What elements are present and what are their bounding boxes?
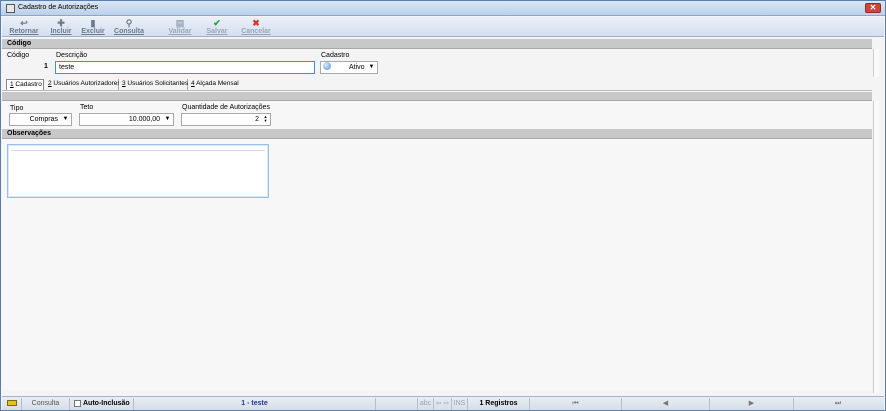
cadastro-value: Ativo xyxy=(349,64,365,71)
record-count: 1 Registros xyxy=(468,398,530,410)
close-button[interactable]: ✕ xyxy=(865,3,881,13)
consulta-label: Consulta xyxy=(114,28,144,35)
observacoes-textarea[interactable] xyxy=(7,144,269,198)
panel-header-bar xyxy=(2,92,872,101)
cadastro-label: Cadastro xyxy=(321,52,350,59)
retornar-button[interactable]: ↩ Retornar xyxy=(8,18,40,36)
check-icon: ✔ xyxy=(213,18,221,28)
spin-buttons[interactable]: ▲ ▼ xyxy=(262,115,269,124)
tipo-label: Tipo xyxy=(10,105,24,112)
trash-icon: ▮ xyxy=(90,18,96,28)
tab-cadastro[interactable]: 1 Cadastro xyxy=(6,79,44,90)
tab-usuarios-autorizadores[interactable]: 2 Usuários Autorizadores xyxy=(45,79,121,90)
abc-indicator: abc xyxy=(418,398,434,410)
first-record-button[interactable]: ⏮ xyxy=(530,398,622,410)
app-icon xyxy=(6,4,15,13)
panel-scrollbar[interactable] xyxy=(873,101,879,393)
validar-label: Validar xyxy=(168,28,192,35)
validar-button[interactable]: ▤ Validar xyxy=(166,18,194,36)
window-title: Cadastro de Autorizações xyxy=(18,4,99,11)
observacoes-section-header: Observações xyxy=(2,129,872,139)
quantidade-label: Quantidade de Autorizações xyxy=(182,104,270,111)
mode-indicator: Consulta xyxy=(22,398,70,410)
window: Cadastro de Autorizações ✕ ↩ Retornar ✚ … xyxy=(0,0,886,411)
status-ball-icon xyxy=(323,62,331,71)
prev-record-button[interactable]: ◀ xyxy=(622,398,710,410)
retornar-label: Retornar xyxy=(9,28,39,35)
tab-usuarios-solicitantes[interactable]: 3 Usuários Solicitantes xyxy=(119,79,188,90)
search-icon: ⚲ xyxy=(125,18,133,28)
cancelar-button[interactable]: ✖ Cancelar xyxy=(240,18,272,36)
codigo-label: Código xyxy=(7,52,30,59)
incluir-button[interactable]: ✚ Incluir xyxy=(48,18,74,36)
tipo-value: Compras xyxy=(29,116,58,123)
cancelar-label: Cancelar xyxy=(241,28,271,35)
chevron-down-icon: ▼ xyxy=(368,64,375,70)
ins-indicator: INS xyxy=(452,398,468,410)
salvar-button[interactable]: ✔ Salvar xyxy=(204,18,230,36)
descricao-value: teste xyxy=(59,64,75,71)
excluir-button[interactable]: ▮ Excluir xyxy=(80,18,106,36)
status-bar: Consulta Auto-Inclusão 1 - teste abc ⇦ ⇨… xyxy=(2,396,884,410)
chevron-down-icon: ▼ xyxy=(62,116,69,122)
spin-down-icon[interactable]: ▼ xyxy=(262,119,269,123)
caret-indicator: ⇦ ⇨ xyxy=(434,398,452,410)
quantidade-value: 2 xyxy=(255,116,259,123)
auto-inclusao-checkbox[interactable]: Auto-Inclusão xyxy=(70,398,134,410)
title-bar: Cadastro de Autorizações ✕ xyxy=(1,1,885,16)
descricao-label: Descrição xyxy=(56,52,88,59)
teto-label: Teto xyxy=(80,104,94,111)
current-record: 1 - teste xyxy=(134,398,376,410)
last-record-button[interactable]: ⏭ xyxy=(794,398,882,410)
teto-input[interactable]: 10.000,00 ▼ xyxy=(79,113,174,126)
teto-value: 10.000,00 xyxy=(128,116,160,123)
plus-icon: ✚ xyxy=(57,18,65,28)
next-record-button[interactable]: ▶ xyxy=(710,398,794,410)
salvar-label: Salvar xyxy=(206,28,228,35)
excluir-label: Excluir xyxy=(81,28,105,35)
observacoes-text xyxy=(11,150,265,194)
cadastro-select[interactable]: Ativo ▼ xyxy=(320,61,378,74)
tab-alcada-mensal[interactable]: 4 Alçada Mensal xyxy=(188,79,240,90)
tipo-select[interactable]: Compras ▼ xyxy=(9,113,72,126)
consulta-button[interactable]: ⚲ Consulta xyxy=(113,18,145,36)
quantidade-stepper[interactable]: 2 ▲ ▼ xyxy=(181,113,271,126)
chevron-down-icon: ▼ xyxy=(164,116,171,122)
codigo-section-header: Código xyxy=(2,39,872,49)
header-scrollbar[interactable] xyxy=(873,49,879,77)
codigo-value: 1 xyxy=(44,63,48,70)
descricao-input[interactable]: teste xyxy=(55,61,315,74)
checkbox-icon[interactable] xyxy=(74,399,81,407)
keyboard-icon xyxy=(2,398,22,410)
x-icon: ✖ xyxy=(252,18,260,28)
incluir-label: Incluir xyxy=(50,28,72,35)
toolbar: ↩ Retornar ✚ Incluir ▮ Excluir ⚲ Consult… xyxy=(2,17,884,37)
return-arrow-icon: ↩ xyxy=(20,18,28,28)
document-icon: ▤ xyxy=(175,18,185,28)
